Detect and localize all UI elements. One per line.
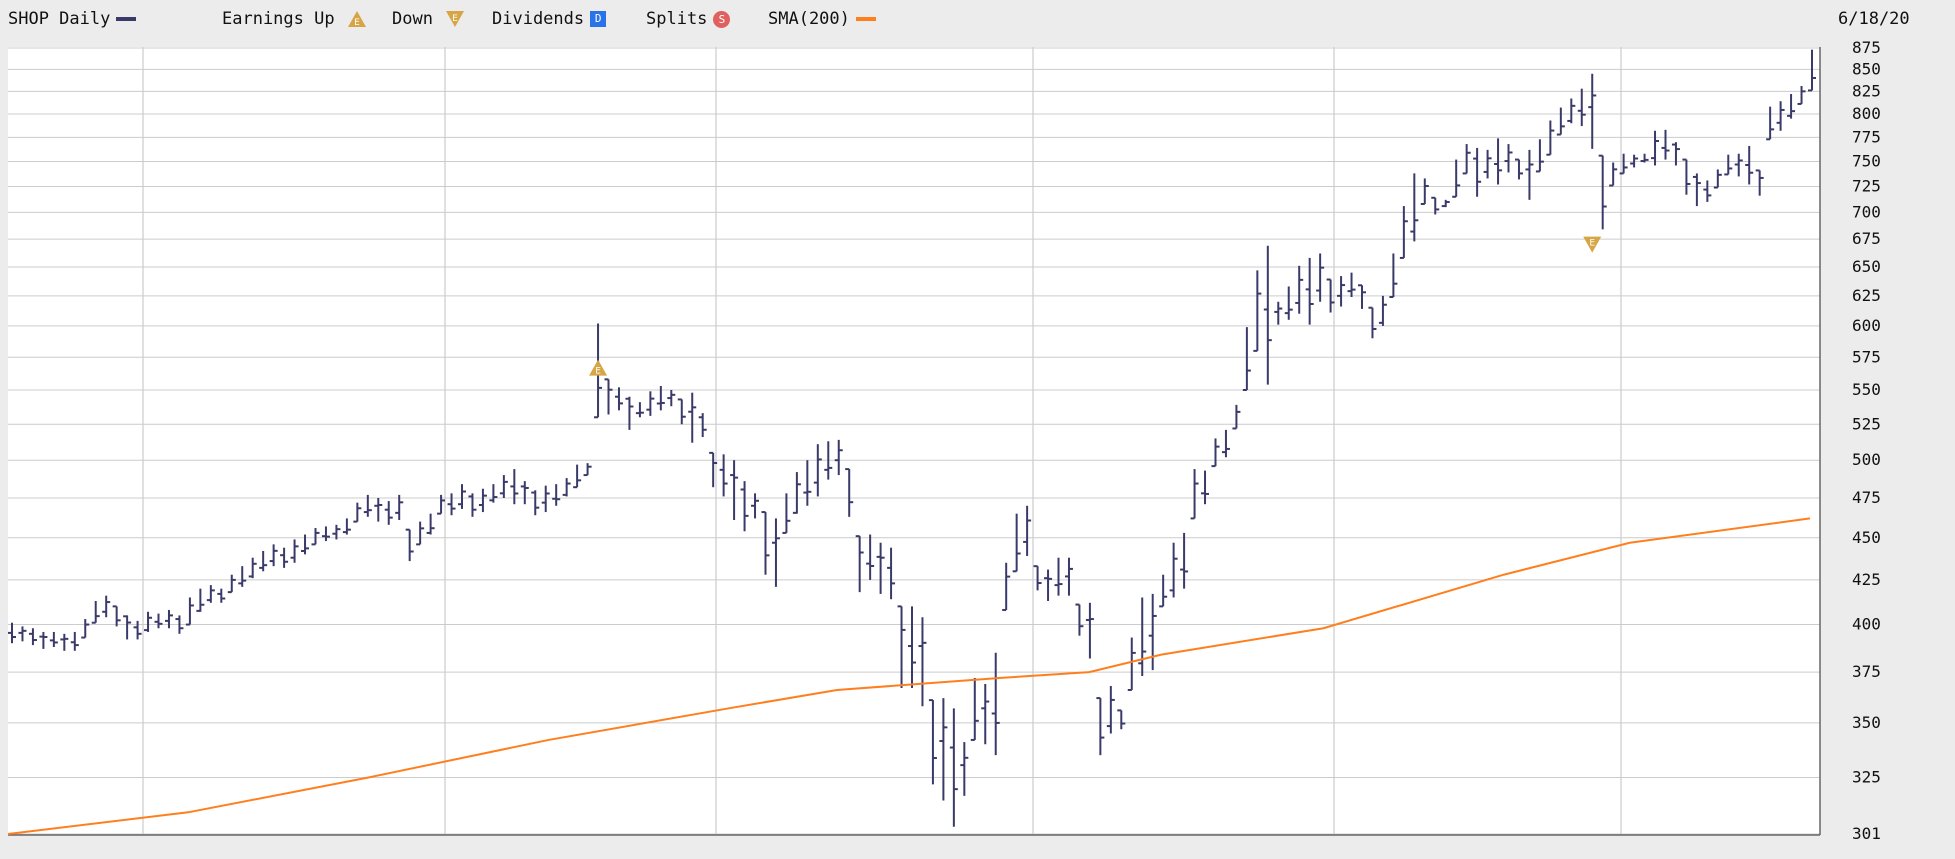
y-tick-label: 400 — [1852, 615, 1881, 634]
y-tick-label: 775 — [1852, 127, 1881, 146]
y-tick-label: 375 — [1852, 662, 1881, 681]
y-tick-label: 625 — [1852, 286, 1881, 305]
y-tick-label: 525 — [1852, 414, 1881, 433]
y-tick-label: 750 — [1852, 152, 1881, 171]
y-tick-label: 725 — [1852, 177, 1881, 196]
y-tick-label: 675 — [1852, 229, 1881, 248]
y-tick-label: 475 — [1852, 488, 1881, 507]
y-tick-label: 600 — [1852, 316, 1881, 335]
y-tick-label: 500 — [1852, 450, 1881, 469]
earnings-marker-glyph: E — [1589, 239, 1595, 249]
y-tick-label: 325 — [1852, 767, 1881, 786]
y-tick-label: 700 — [1852, 202, 1881, 221]
y-tick-label: 550 — [1852, 380, 1881, 399]
y-tick-label: 301 — [1852, 824, 1881, 843]
earnings-marker-glyph: E — [595, 367, 601, 377]
y-tick-label: 425 — [1852, 570, 1881, 589]
plot-area — [8, 47, 1820, 835]
y-axis-ticks: 875 850 825 800 775 750 725 700 675 650 625 600 575 5… — [1852, 38, 1881, 843]
y-tick-label: 800 — [1852, 104, 1881, 123]
y-tick-label: 650 — [1852, 257, 1881, 276]
y-tick-label: 850 — [1852, 59, 1881, 78]
y-tick-label: 350 — [1852, 713, 1881, 732]
y-tick-label: 825 — [1852, 81, 1881, 100]
price-chart: 875 850 825 800 775 750 725 700 675 650 625 600 575 5… — [7, 38, 1881, 843]
y-tick-label: 575 — [1852, 347, 1881, 366]
y-tick-label: 875 — [1852, 38, 1881, 57]
y-tick-label: 450 — [1852, 528, 1881, 547]
